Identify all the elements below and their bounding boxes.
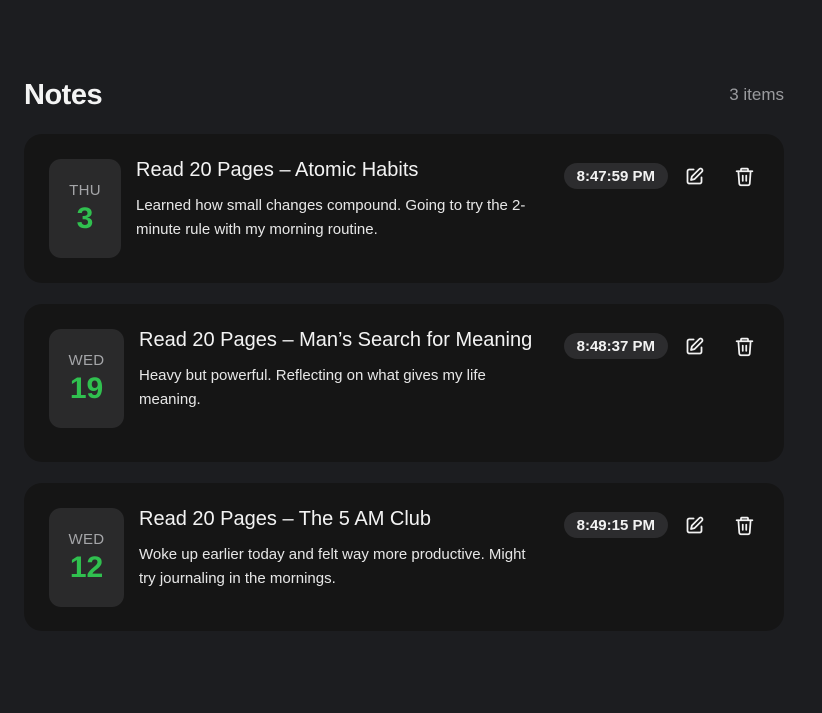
delete-button[interactable] bbox=[732, 513, 756, 537]
note-card[interactable]: WED 19 Read 20 Pages – Man’s Search for … bbox=[24, 304, 784, 462]
note-card[interactable]: WED 12 Read 20 Pages – The 5 AM Club Wok… bbox=[24, 483, 784, 631]
pencil-square-icon bbox=[686, 337, 703, 354]
time-badge: 8:47:59 PM bbox=[563, 163, 668, 189]
trash-icon bbox=[735, 337, 753, 356]
time-badge: 8:48:37 PM bbox=[563, 333, 668, 359]
date-badge: WED 12 bbox=[49, 508, 124, 607]
note-actions: 8:48:37 PM bbox=[563, 333, 756, 359]
note-card[interactable]: THU 3 Read 20 Pages – Atomic Habits Lear… bbox=[24, 134, 784, 283]
edit-button[interactable] bbox=[682, 513, 706, 537]
item-count: 3 items bbox=[729, 85, 784, 104]
note-title: Read 20 Pages – The 5 AM Club bbox=[139, 508, 432, 530]
note-actions: 8:49:15 PM bbox=[563, 512, 756, 538]
edit-button[interactable] bbox=[682, 164, 706, 188]
trash-icon bbox=[735, 167, 753, 186]
note-body: Heavy but powerful. Reflecting on what g… bbox=[139, 367, 486, 408]
page-title: Notes bbox=[24, 78, 103, 111]
note-title: Read 20 Pages – Man’s Search for Meaning bbox=[139, 329, 533, 351]
delete-button[interactable] bbox=[732, 164, 756, 188]
trash-icon bbox=[735, 516, 753, 535]
note-body: Learned how small changes compound. Goin… bbox=[136, 197, 526, 238]
delete-button[interactable] bbox=[732, 334, 756, 358]
note-content: Read 20 Pages – Atomic Habits Learned ho… bbox=[136, 155, 541, 242]
notes-header: Notes 3 items bbox=[24, 76, 784, 114]
day-of-week: WED bbox=[68, 530, 105, 548]
day-of-week: THU bbox=[69, 181, 101, 199]
note-content: Read 20 Pages – The 5 AM Club Woke up ea… bbox=[139, 504, 539, 591]
date-badge: WED 19 bbox=[49, 329, 124, 428]
day-number: 3 bbox=[76, 201, 94, 235]
date-badge: THU 3 bbox=[49, 159, 121, 258]
pencil-square-icon bbox=[686, 167, 703, 184]
notes-page: Notes 3 items THU 3 Read 20 Pages – Atom… bbox=[0, 0, 822, 713]
day-number: 19 bbox=[69, 371, 104, 405]
notes-list: THU 3 Read 20 Pages – Atomic Habits Lear… bbox=[24, 134, 784, 652]
note-actions: 8:47:59 PM bbox=[563, 163, 756, 189]
note-body: Woke up earlier today and felt way more … bbox=[139, 546, 526, 587]
note-title: Read 20 Pages – Atomic Habits bbox=[136, 159, 419, 181]
pencil-square-icon bbox=[686, 516, 703, 533]
edit-button[interactable] bbox=[682, 334, 706, 358]
time-badge: 8:49:15 PM bbox=[563, 512, 668, 538]
day-number: 12 bbox=[69, 550, 104, 584]
day-of-week: WED bbox=[68, 351, 105, 369]
note-content: Read 20 Pages – Man’s Search for Meaning… bbox=[139, 325, 539, 412]
